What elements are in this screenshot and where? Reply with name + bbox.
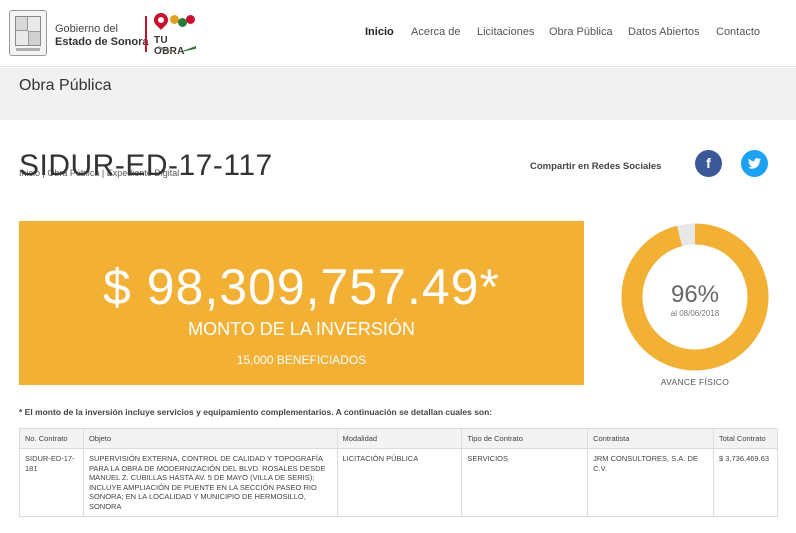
col-header-modalidad: Modalidad	[336, 428, 463, 449]
contracts-table: No. Contrato Objeto Modalidad Tipo de Co…	[19, 428, 779, 517]
nav-obra-publica[interactable]: Obra Pública	[549, 26, 613, 38]
cell-objeto: SUPERVISIÓN EXTERNA, CONTROL DE CALIDAD …	[82, 448, 338, 517]
cell-total-contrato: $ 3,736,469.63	[712, 448, 779, 517]
col-header-tipo-contrato: Tipo de Contrato	[461, 428, 589, 449]
cell-modalidad: LICITACIÓN PÚBLICA	[336, 448, 463, 517]
cell-contratista: JRM CONSULTORES, S.A. DE C.V.	[587, 448, 714, 517]
page-header-band: Obra Pública Inicio | Obra Pública | Exp…	[0, 68, 796, 178]
table-row: SIDUR-ED-17-181 SUPERVISIÓN EXTERNA, CON…	[19, 448, 779, 517]
col-header-objeto: Objeto	[82, 428, 338, 449]
progress-percent: 96%	[670, 281, 720, 308]
facebook-icon: f	[706, 155, 711, 171]
investment-note: * El monto de la inversión incluye servi…	[19, 407, 493, 417]
facebook-share-button[interactable]: f	[695, 150, 722, 177]
main-nav: Inicio Acerca de Licitaciones Obra Públi…	[0, 26, 796, 42]
progress-label: AVANCE FÍSICO	[660, 377, 730, 387]
nav-acerca-de[interactable]: Acerca de	[411, 26, 461, 38]
investment-amount: $ 98,309,757.49*	[103, 259, 500, 315]
nav-licitaciones[interactable]: Licitaciones	[477, 26, 534, 38]
project-id-title: SIDUR-ED-17-117	[19, 149, 273, 182]
section-title: Obra Pública	[19, 77, 112, 94]
cell-no-contrato: SIDUR-ED-17-181	[19, 448, 84, 517]
twitter-share-button[interactable]	[741, 150, 768, 177]
share-label: Compartir en Redes Sociales	[530, 161, 662, 172]
twitter-icon	[748, 158, 761, 169]
nav-contacto[interactable]: Contacto	[716, 26, 760, 38]
nav-datos-abiertos[interactable]: Datos Abiertos	[628, 26, 700, 38]
investment-label: MONTO DE LA INVERSIÓN	[188, 319, 415, 339]
cell-tipo-contrato: SERVICIOS	[461, 448, 589, 517]
investment-card: $ 98,309,757.49* MONTO DE LA INVERSIÓN 1…	[19, 221, 584, 385]
beneficiaries-count: 15,000 BENEFICIADOS	[236, 353, 367, 367]
progress-date: al 08/06/2018	[670, 309, 720, 318]
col-header-total-contrato: Total Contrato	[712, 428, 779, 449]
col-header-contratista: Contratista	[587, 428, 714, 449]
site-header: Gobierno del Estado de Sonora TU OBRA In…	[0, 0, 796, 67]
table-header-row: No. Contrato Objeto Modalidad Tipo de Co…	[19, 428, 779, 449]
nav-inicio[interactable]: Inicio	[365, 26, 394, 38]
col-header-no-contrato: No. Contrato	[19, 428, 84, 449]
